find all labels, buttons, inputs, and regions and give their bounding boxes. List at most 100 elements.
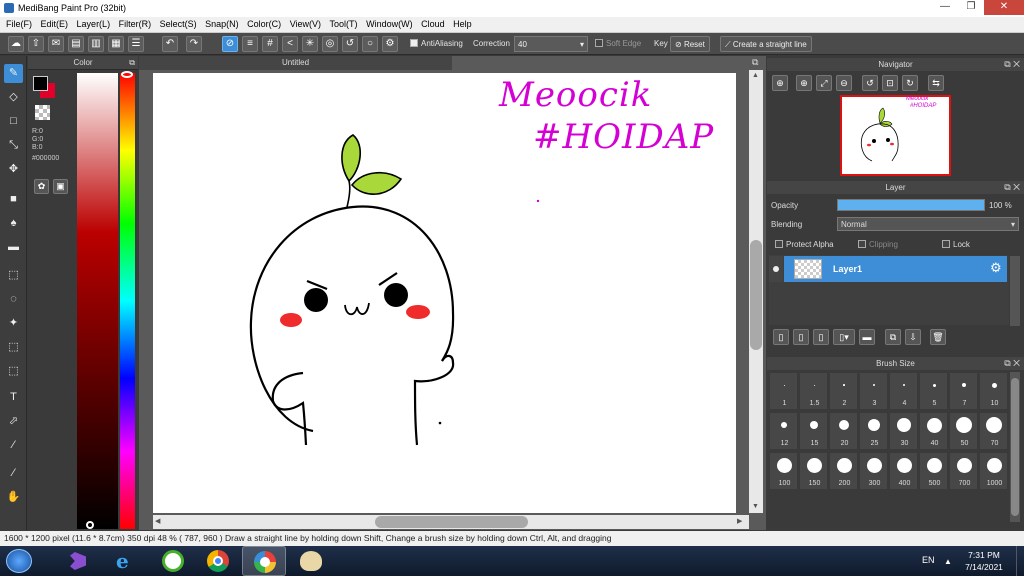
select-tool-icon[interactable]: ⬚ bbox=[4, 266, 23, 285]
brush-size-option[interactable]: 150 bbox=[799, 452, 828, 490]
foreground-color-swatch[interactable] bbox=[33, 76, 48, 91]
menu-window[interactable]: Window(W) bbox=[360, 17, 413, 29]
move-tool-icon[interactable]: ✥ bbox=[4, 160, 23, 179]
maximize-button[interactable]: ❐ bbox=[958, 0, 984, 15]
brush-size-option[interactable]: 1 bbox=[769, 372, 798, 410]
brush-size-option[interactable]: 15 bbox=[799, 412, 828, 450]
radial-snap-icon[interactable]: ✳ bbox=[302, 36, 318, 52]
eyedropper-tool-icon[interactable]: ⁄ bbox=[4, 464, 23, 483]
brush-size-scrollbar[interactable] bbox=[1010, 372, 1020, 522]
protect-alpha-toggle[interactable]: Protect Alpha bbox=[775, 240, 834, 249]
language-indicator[interactable]: EN bbox=[922, 555, 935, 565]
brush-size-option[interactable]: 10 bbox=[979, 372, 1008, 410]
flip-icon[interactable]: ⇆ bbox=[928, 75, 944, 91]
brush-size-option[interactable]: 25 bbox=[859, 412, 888, 450]
select-eraser-tool-icon[interactable]: ⬚ bbox=[4, 362, 23, 381]
delete-layer-icon[interactable]: 🗑 bbox=[930, 329, 946, 345]
correction-select[interactable]: 40 ▾ bbox=[514, 36, 588, 52]
scroll-up-icon[interactable]: ▲ bbox=[752, 72, 759, 79]
start-button[interactable] bbox=[6, 549, 32, 573]
scroll-left-icon[interactable]: ◀ bbox=[155, 517, 160, 525]
brush-tool-icon[interactable]: ✎ bbox=[4, 64, 23, 83]
antialiasing-checkbox[interactable] bbox=[410, 39, 418, 47]
horizontal-scrollbar[interactable]: ◀ ▶ bbox=[153, 515, 749, 529]
comment-icon[interactable]: ✉ bbox=[48, 36, 64, 52]
rotate-right-icon[interactable]: ↻ bbox=[902, 75, 918, 91]
reset-button[interactable]: ⊘ Reset bbox=[670, 36, 710, 52]
brush-size-option[interactable]: 100 bbox=[769, 452, 798, 490]
drawing-canvas[interactable]: Meoocik #HOIDAP bbox=[153, 73, 736, 513]
horizontal-scroll-thumb[interactable] bbox=[375, 516, 528, 528]
select-pen-tool-icon[interactable]: ⬚ bbox=[4, 338, 23, 357]
brush-size-option[interactable]: 5 bbox=[919, 372, 948, 410]
fit-window-icon[interactable]: ⤢ bbox=[816, 75, 832, 91]
taskbar-internet-explorer[interactable]: e bbox=[104, 546, 148, 576]
grid-icon[interactable]: ▦ bbox=[108, 36, 124, 52]
transparent-color-swatch[interactable] bbox=[35, 105, 50, 120]
layer-row[interactable]: Layer1 ⚙ bbox=[784, 256, 1007, 282]
taskbar-medibang[interactable] bbox=[242, 546, 286, 576]
menu-edit[interactable]: Edit(E) bbox=[35, 17, 69, 29]
float-panel-icon[interactable]: ⧉ bbox=[129, 56, 135, 70]
curve-snap-icon[interactable]: ↺ bbox=[342, 36, 358, 52]
hue-slider-handle[interactable] bbox=[121, 71, 133, 78]
text-tool-icon[interactable]: T bbox=[4, 388, 23, 407]
soft-edge-toggle[interactable]: Soft Edge bbox=[595, 39, 641, 48]
color-picker-cursor[interactable] bbox=[86, 521, 94, 529]
operation-tool-icon[interactable]: ⬀ bbox=[4, 412, 23, 431]
list-icon[interactable]: ☰ bbox=[128, 36, 144, 52]
brush-size-option[interactable]: 2 bbox=[829, 372, 858, 410]
brush-size-option[interactable]: 3 bbox=[859, 372, 888, 410]
navigator-thumbnail[interactable]: Meoocik #HOIDAP bbox=[840, 95, 951, 176]
dropper-tool-icon[interactable]: ⁄ bbox=[4, 436, 23, 455]
palette-icon[interactable]: ✿ bbox=[34, 179, 49, 194]
brush-size-option[interactable]: 400 bbox=[889, 452, 918, 490]
magic-wand-tool-icon[interactable]: ✦ bbox=[4, 314, 23, 333]
document-icon[interactable]: ▥ bbox=[88, 36, 104, 52]
menu-tool[interactable]: Tool(T) bbox=[324, 17, 358, 29]
zoom-in-icon[interactable]: ⊕ bbox=[796, 75, 812, 91]
hue-slider[interactable] bbox=[120, 73, 135, 529]
rotate-left-icon[interactable]: ↺ bbox=[862, 75, 878, 91]
menu-filter[interactable]: Filter(R) bbox=[113, 17, 152, 29]
menu-view[interactable]: View(V) bbox=[284, 17, 321, 29]
share-icon[interactable]: ⇧ bbox=[28, 36, 44, 52]
brush-size-option[interactable]: 30 bbox=[889, 412, 918, 450]
brush-size-option[interactable]: 7 bbox=[949, 372, 978, 410]
brush-size-option[interactable]: 4 bbox=[889, 372, 918, 410]
float-window-icon[interactable]: ⧉ bbox=[752, 57, 758, 68]
snap-off-icon[interactable]: ⊘ bbox=[222, 36, 238, 52]
brush-size-panel-controls-icon[interactable]: ⧉ ✕ bbox=[1004, 357, 1020, 370]
undo-icon[interactable]: ↶ bbox=[162, 36, 178, 52]
clipping-checkbox[interactable] bbox=[858, 240, 866, 248]
bucket-tool-icon[interactable]: ♠ bbox=[4, 214, 23, 233]
lock-toggle[interactable]: Lock bbox=[942, 240, 970, 249]
brush-size-option[interactable]: 200 bbox=[829, 452, 858, 490]
color-history-icon[interactable]: ▣ bbox=[53, 179, 68, 194]
brush-size-option[interactable]: 700 bbox=[949, 452, 978, 490]
merge-layer-icon[interactable]: ⇩ bbox=[905, 329, 921, 345]
menu-snap[interactable]: Snap(N) bbox=[199, 17, 239, 29]
lasso-tool-icon[interactable]: ◌ bbox=[4, 290, 23, 309]
redo-icon[interactable]: ↷ bbox=[186, 36, 202, 52]
circle-snap-icon[interactable]: ◎ bbox=[322, 36, 338, 52]
protect-alpha-checkbox[interactable] bbox=[775, 240, 783, 248]
folder-icon[interactable]: ▬ bbox=[859, 329, 875, 345]
crisscross-snap-icon[interactable]: # bbox=[262, 36, 278, 52]
close-button[interactable]: ✕ bbox=[984, 0, 1024, 15]
vanish-snap-icon[interactable]: < bbox=[282, 36, 298, 52]
add-layer-menu-icon[interactable]: ▯▾ bbox=[833, 329, 855, 345]
brush-size-option[interactable]: 1.5 bbox=[799, 372, 828, 410]
eraser-tool-icon[interactable]: ◇ bbox=[4, 88, 23, 107]
hand-tool-icon[interactable]: ✋ bbox=[4, 488, 23, 507]
dot-tool-icon[interactable]: □ bbox=[4, 112, 23, 131]
menu-layer[interactable]: Layer(L) bbox=[71, 17, 111, 29]
menu-color[interactable]: Color(C) bbox=[241, 17, 281, 29]
reset-view-icon[interactable]: ⊡ bbox=[882, 75, 898, 91]
straight-line-button[interactable]: ⟋ Create a straight line bbox=[720, 36, 812, 52]
menu-cloud[interactable]: Cloud bbox=[415, 17, 445, 29]
smudge-tool-icon[interactable]: ⤡ bbox=[4, 136, 23, 155]
tray-arrow-icon[interactable]: ▲ bbox=[944, 557, 952, 566]
brush-size-option[interactable]: 70 bbox=[979, 412, 1008, 450]
snap-settings-icon[interactable]: ⚙ bbox=[382, 36, 398, 52]
